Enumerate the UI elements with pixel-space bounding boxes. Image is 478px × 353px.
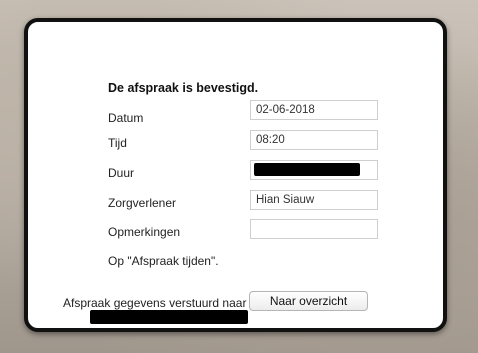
opmerkingen-field [250, 219, 378, 239]
label-datum: Datum [108, 111, 144, 125]
appointment-note: Op "Afspraak tijden". [108, 254, 219, 268]
label-tijd: Tijd [108, 136, 127, 150]
zorgverlener-field: Hian Siauw [250, 190, 378, 210]
confirmation-dialog: De afspraak is bevestigd. Datum 02-06-20… [24, 18, 447, 332]
recipient-redacted [90, 310, 248, 324]
back-to-overview-button[interactable]: Naar overzicht [249, 291, 368, 311]
dialog-heading: De afspraak is bevestigd. [108, 81, 259, 95]
duur-redacted-value [254, 163, 360, 176]
duur-field [250, 160, 378, 180]
label-opmerkingen: Opmerkingen [108, 225, 181, 239]
sent-to-text: Afspraak gegevens verstuurd naar [63, 296, 247, 310]
label-zorgverlener: Zorgverlener [108, 196, 177, 210]
datum-field: 02-06-2018 [250, 100, 378, 120]
label-duur: Duur [108, 166, 135, 180]
tijd-field: 08:20 [250, 130, 378, 150]
